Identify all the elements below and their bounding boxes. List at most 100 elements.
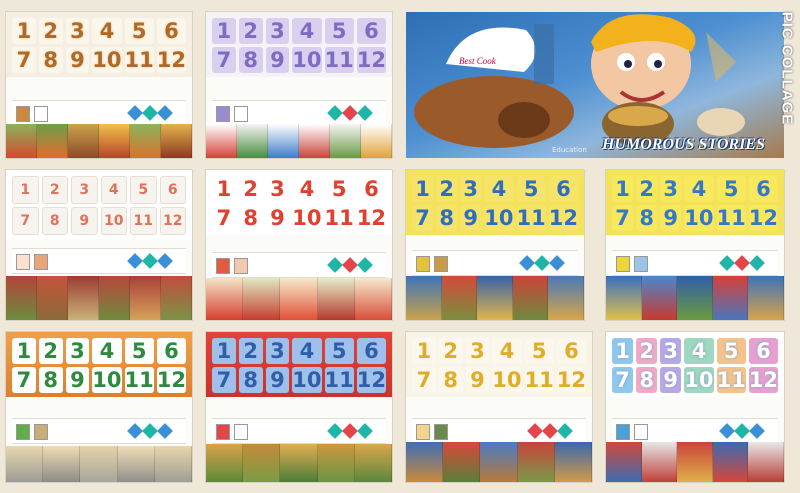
number-card-5: 5 <box>130 176 157 204</box>
number-card-11: 11 <box>324 367 354 393</box>
panel-yellow-people-numbers: 1 2 3 4 5 6 7 8 9 10 11 12 <box>406 170 584 320</box>
number-card-11: 11 <box>716 367 746 393</box>
panel-purple-sign-numbers: 1 2 3 4 5 6 7 8 9 10 11 12 <box>206 12 392 158</box>
number-card-12: 12 <box>748 367 778 393</box>
number-card-10: 10 <box>684 367 714 393</box>
number-card-10: 10 <box>292 205 322 231</box>
number-card-3: 3 <box>265 338 290 364</box>
picture-strip <box>406 442 592 482</box>
number-card-12: 12 <box>156 367 186 393</box>
number-card-4: 4 <box>92 338 122 364</box>
chevron-icons <box>527 423 573 439</box>
number-grid: 1 2 3 4 5 6 7 8 9 10 11 12 <box>6 332 192 397</box>
number-card-9: 9 <box>460 205 482 231</box>
number-card-11: 11 <box>516 205 546 231</box>
number-card-3: 3 <box>465 338 490 364</box>
number-card-7: 7 <box>412 205 434 231</box>
activity-strip <box>212 418 386 444</box>
number-card-2: 2 <box>436 176 458 202</box>
number-card-1: 1 <box>412 176 434 202</box>
number-card-7: 7 <box>412 367 436 393</box>
number-grid: 1 2 3 4 5 6 7 8 9 10 11 12 <box>606 332 784 397</box>
picture-strip <box>206 124 392 158</box>
blank-card <box>34 106 48 122</box>
number-card-2: 2 <box>238 18 263 44</box>
number-card-11: 11 <box>324 205 354 231</box>
number-card-2: 2 <box>438 338 463 364</box>
number-card-12: 12 <box>748 205 778 231</box>
number-card-9: 9 <box>65 367 90 393</box>
number-card-12: 12 <box>548 205 578 231</box>
number-card-5: 5 <box>124 18 154 44</box>
number-card-1: 1 <box>12 18 36 44</box>
number-card-9: 9 <box>660 367 682 393</box>
chevron-icons <box>719 255 765 271</box>
chevron-icons <box>327 257 373 273</box>
number-card-7: 7 <box>612 205 634 231</box>
number-card-12: 12 <box>159 207 186 235</box>
number-card-9: 9 <box>265 47 290 73</box>
number-card-7: 7 <box>212 367 236 393</box>
blank-card <box>234 424 248 440</box>
number-card <box>16 254 30 270</box>
number-card-1: 1 <box>12 176 39 204</box>
number-card <box>216 258 230 274</box>
chevron-icons <box>519 255 565 271</box>
number-card-5: 5 <box>524 338 554 364</box>
number-card-10: 10 <box>92 47 122 73</box>
number-card-3: 3 <box>65 18 90 44</box>
activity-strip <box>612 418 778 444</box>
number-grid: 1 2 3 4 5 6 7 8 9 10 11 12 <box>206 12 392 77</box>
number-card-1: 1 <box>212 338 236 364</box>
activity-strip <box>12 418 186 444</box>
number-card-8: 8 <box>238 47 263 73</box>
blank-card <box>234 106 248 122</box>
cover-title: HUMOROUS STORIES <box>602 136 765 153</box>
number-card-4: 4 <box>684 176 714 202</box>
number-card-8: 8 <box>436 205 458 231</box>
chevron-icons <box>127 423 173 439</box>
number-card-9: 9 <box>65 47 90 73</box>
number-card-7: 7 <box>12 367 36 393</box>
number-card-10: 10 <box>92 367 122 393</box>
number-card-8: 8 <box>41 207 68 235</box>
chevron-icons <box>127 105 173 121</box>
number-card-11: 11 <box>130 207 157 235</box>
number-card-7: 7 <box>212 205 236 231</box>
number-card-9: 9 <box>465 367 490 393</box>
picture-card <box>434 424 448 440</box>
number-card-8: 8 <box>438 367 463 393</box>
number-card-5: 5 <box>716 176 746 202</box>
number-card <box>416 424 430 440</box>
number-card-7: 7 <box>612 367 634 393</box>
panel-pink-cloud-numbers: 1 2 3 4 5 6 7 8 9 10 11 12 <box>606 332 784 482</box>
number-card-5: 5 <box>324 18 354 44</box>
picture-strip <box>6 446 192 482</box>
number-card-3: 3 <box>265 176 290 202</box>
number-card-1: 1 <box>612 176 634 202</box>
number-card-8: 8 <box>38 47 63 73</box>
number-card-5: 5 <box>516 176 546 202</box>
number-card <box>616 256 630 272</box>
activity-strip <box>212 252 386 278</box>
picture-strip <box>206 444 392 482</box>
activity-strip <box>412 418 586 444</box>
watermark-text: PIC COLLAGE <box>778 11 796 126</box>
number-card-1: 1 <box>212 18 236 44</box>
picture-strip <box>6 124 192 158</box>
number-card-10: 10 <box>100 207 127 235</box>
number-card-2: 2 <box>238 338 263 364</box>
number-card-6: 6 <box>356 338 386 364</box>
picture-card <box>234 258 248 274</box>
number-card-7: 7 <box>12 47 36 73</box>
picture-strip <box>6 276 192 320</box>
picture-strip <box>206 278 392 320</box>
number-card-9: 9 <box>71 207 98 235</box>
number-card-4: 4 <box>484 176 514 202</box>
panel-blue-yellow-numbers: 1 2 3 4 5 6 7 8 9 10 11 12 <box>606 170 784 320</box>
number-card-3: 3 <box>460 176 482 202</box>
picture-strip <box>406 276 584 320</box>
number-card-8: 8 <box>38 367 63 393</box>
number-card-3: 3 <box>265 18 290 44</box>
chevron-icons <box>719 423 765 439</box>
